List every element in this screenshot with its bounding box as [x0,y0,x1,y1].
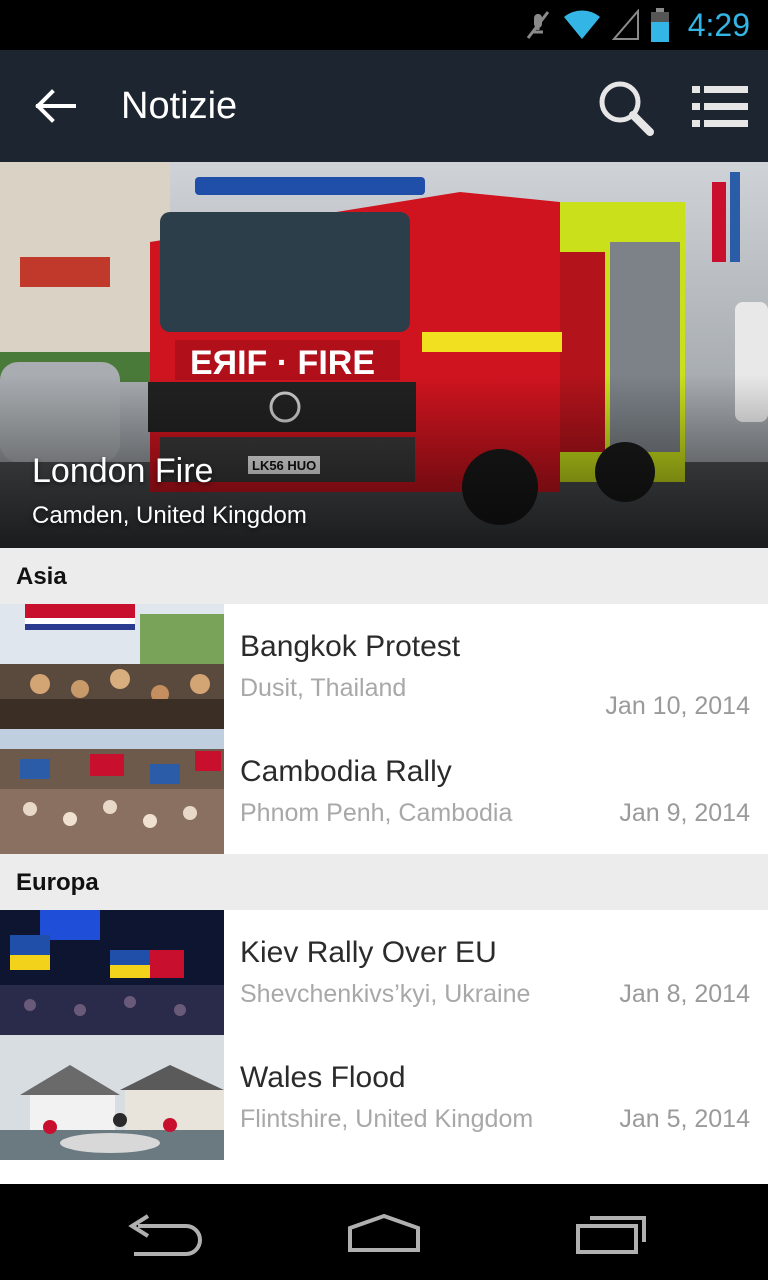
news-item-title: Wales Flood [240,1061,406,1094]
news-item-title: Cambodia Rally [240,755,452,788]
wifi-icon [563,10,600,40]
section-header-asia: Asia [0,548,768,604]
battery-icon [650,8,669,42]
home-nav-icon[interactable] [344,1212,424,1256]
hero-title: London Fire [32,452,214,490]
news-item-date: Jan 8, 2014 [619,980,750,1008]
thumbnail-cambodia-rally [0,729,224,854]
action-bar: Notizie [0,50,768,162]
news-item-location: Shevchenkivs’kyi, Ukraine [240,980,531,1008]
news-item-date: Jan 10, 2014 [605,692,750,720]
news-item-bangkok-protest[interactable]: Bangkok Protest Dusit, Thailand Jan 10, … [0,604,768,729]
thumbnail-wales-flood [0,1035,224,1160]
list-menu-icon[interactable] [690,80,750,134]
clock: 4:29 [687,7,750,43]
news-item-location: Dusit, Thailand [240,674,407,702]
back-arrow-icon[interactable] [32,84,80,128]
search-icon[interactable] [596,78,654,136]
section-header-europa: Europa [0,854,768,910]
recents-nav-icon[interactable] [574,1212,654,1256]
status-bar: 4:29 [0,0,768,50]
news-item-kiev-rally[interactable]: Kiev Rally Over EU Shevchenkivs’kyi, Ukr… [0,910,768,1035]
news-item-location: Flintshire, United Kingdom [240,1105,534,1133]
news-item-location: Phnom Penh, Cambodia [240,799,513,827]
news-item-wales-flood[interactable]: Wales Flood Flintshire, United Kingdom J… [0,1035,768,1160]
news-list[interactable]: Asia Bangkok Protest Dusit, Thailand Jan… [0,548,768,1184]
back-nav-icon[interactable] [124,1212,204,1256]
signal-icon [611,9,639,40]
news-item-title: Kiev Rally Over EU [240,936,497,969]
news-item-date: Jan 9, 2014 [619,799,750,827]
hero-subtitle: Camden, United Kingdom [32,502,307,529]
page-title: Notizie [121,85,238,127]
news-item-title: Bangkok Protest [240,630,461,663]
mute-icon [526,11,549,39]
thumbnail-kiev-rally [0,910,224,1035]
news-item-date: Jan 5, 2014 [619,1105,750,1133]
featured-story[interactable]: EЯIF · FIRE LK56 HUO London Fire Camden,… [0,162,768,548]
navigation-bar [0,1184,768,1280]
thumbnail-bangkok-protest [0,604,224,729]
news-item-cambodia-rally[interactable]: Cambodia Rally Phnom Penh, Cambodia Jan … [0,729,768,854]
